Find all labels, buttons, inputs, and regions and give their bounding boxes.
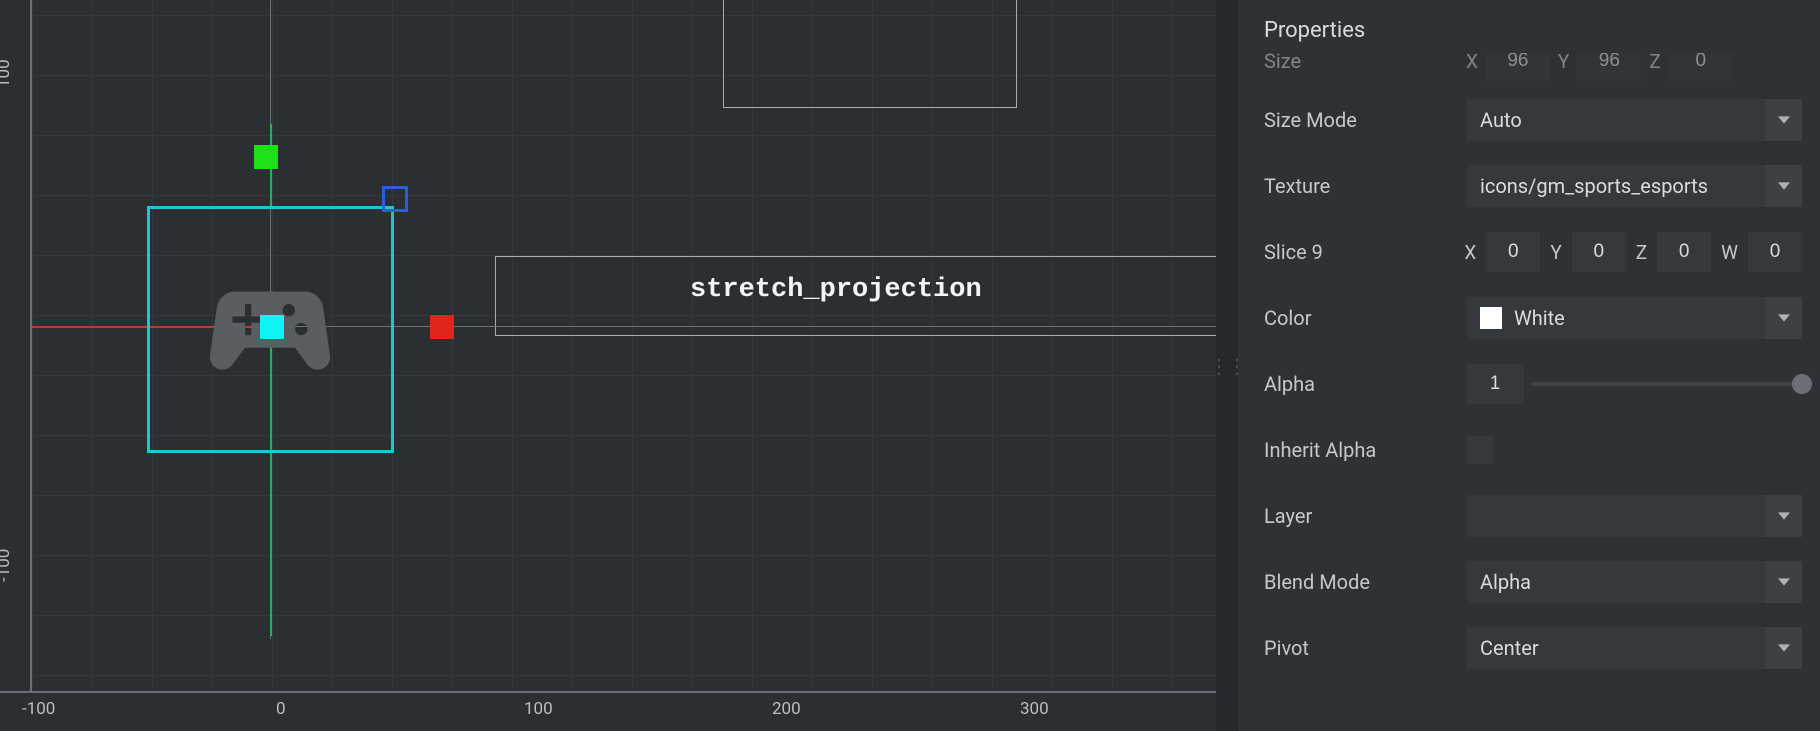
layer-select[interactable]	[1466, 495, 1802, 537]
property-row-slice9: Slice 9 X Y Z W	[1264, 219, 1802, 285]
node-label: stretch_projection	[690, 275, 982, 305]
property-row-inherit-alpha: Inherit Alpha	[1264, 417, 1802, 483]
inherit-alpha-checkbox[interactable]	[1466, 436, 1494, 464]
size-y-input[interactable]	[1577, 53, 1641, 81]
pivot-select[interactable]: Center	[1466, 627, 1802, 669]
color-select[interactable]: White	[1466, 297, 1802, 339]
slice9-y-input[interactable]	[1572, 232, 1626, 272]
size-mode-select[interactable]: Auto	[1466, 99, 1802, 141]
size-y-label: Y	[1558, 53, 1569, 73]
alpha-input[interactable]	[1466, 364, 1524, 404]
chevron-down-icon	[1766, 627, 1802, 669]
properties-panel: Properties Size X Y Z Size Mode	[1238, 0, 1820, 731]
chevron-down-icon	[1766, 99, 1802, 141]
slice9-w-input[interactable]	[1748, 232, 1802, 272]
size-label: Size	[1264, 53, 1454, 73]
property-row-alpha: Alpha	[1264, 351, 1802, 417]
scene-viewport[interactable]: stretch_projection -100 0 100 200 300 10…	[0, 0, 1216, 731]
gizmo-handle-center[interactable]	[260, 315, 284, 339]
slice9-x-input[interactable]	[1486, 232, 1540, 272]
chevron-down-icon	[1766, 297, 1802, 339]
size-x-label: X	[1466, 53, 1478, 73]
chevron-down-icon	[1766, 165, 1802, 207]
slice9-w-label: W	[1721, 241, 1738, 264]
property-row-color: Color White	[1264, 285, 1802, 351]
gizmo-handle-x[interactable]	[430, 315, 454, 339]
size-x-input[interactable]	[1486, 53, 1550, 81]
property-row-blend-mode: Blend Mode Alpha	[1264, 549, 1802, 615]
node-outline-top	[723, 0, 1017, 108]
color-label: Color	[1264, 306, 1454, 330]
property-row-size: Size X Y Z	[1264, 53, 1802, 81]
size-z-label: Z	[1649, 53, 1660, 73]
panel-resizer[interactable]: ⋮⋮	[1216, 0, 1238, 731]
chevron-down-icon	[1766, 561, 1802, 603]
ruler-x: -100 0 100 200 300	[0, 691, 1216, 731]
ruler-y: 100 -100	[0, 0, 32, 691]
slice9-z-label: Z	[1636, 241, 1647, 264]
size-mode-label: Size Mode	[1264, 108, 1454, 132]
slice9-y-label: Y	[1550, 241, 1561, 264]
panel-title: Properties	[1238, 0, 1820, 53]
selection-corner[interactable]	[382, 186, 408, 212]
property-row-layer: Layer	[1264, 483, 1802, 549]
inherit-alpha-label: Inherit Alpha	[1264, 438, 1454, 462]
texture-select[interactable]: icons/gm_sports_esports	[1466, 165, 1802, 207]
chevron-down-icon	[1766, 495, 1802, 537]
property-row-texture: Texture icons/gm_sports_esports	[1264, 153, 1802, 219]
alpha-slider[interactable]	[1532, 382, 1802, 386]
blend-mode-select[interactable]: Alpha	[1466, 561, 1802, 603]
slice9-x-label: X	[1464, 241, 1476, 264]
blend-mode-label: Blend Mode	[1264, 570, 1454, 594]
alpha-slider-thumb[interactable]	[1792, 374, 1812, 394]
size-z-input[interactable]	[1669, 53, 1733, 81]
pivot-label: Pivot	[1264, 636, 1454, 660]
gizmo-handle-y[interactable]	[254, 145, 278, 169]
property-row-pivot: Pivot Center	[1264, 615, 1802, 681]
slice9-z-input[interactable]	[1657, 232, 1711, 272]
slice9-label: Slice 9	[1264, 240, 1452, 264]
color-swatch	[1480, 307, 1502, 329]
property-row-size-mode: Size Mode Auto	[1264, 87, 1802, 153]
alpha-label: Alpha	[1264, 372, 1454, 396]
texture-label: Texture	[1264, 174, 1454, 198]
layer-label: Layer	[1264, 504, 1454, 528]
